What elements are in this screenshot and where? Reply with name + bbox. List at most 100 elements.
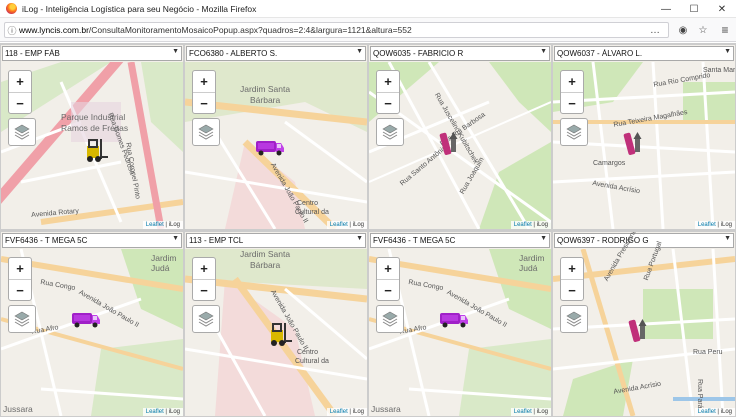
window-titlebar: iLog - Inteligência Logística para seu N… bbox=[0, 0, 736, 18]
zoom-in-button[interactable]: + bbox=[193, 258, 215, 280]
map-canvas[interactable]: Rua Congo Avenida João Paulo II Rua Afro Ja… bbox=[1, 248, 183, 416]
ilog-attribution: iLog bbox=[352, 409, 364, 415]
url-path: /ConsultaMonitoramentoMosaicoPopup.aspx?… bbox=[88, 25, 412, 35]
map-attribution: Leaflet | iLog bbox=[510, 221, 551, 229]
map-canvas[interactable]: Jardim Santa Bárbara Avenida João Paulo II… bbox=[185, 249, 367, 416]
zoom-out-button[interactable]: − bbox=[377, 93, 399, 115]
layers-icon[interactable] bbox=[8, 118, 36, 146]
map-canvas[interactable]: Rua Congo Avenida João Paulo II Rua Afro Ja… bbox=[369, 248, 551, 416]
map-attribution: Leaflet | iLog bbox=[694, 408, 735, 416]
map-street-label: Jardim bbox=[519, 253, 545, 263]
map-street-label: Jussara bbox=[3, 404, 33, 414]
leaflet-link[interactable]: Leaflet bbox=[146, 409, 164, 415]
layers-icon[interactable] bbox=[560, 305, 588, 333]
map-street-label: Judá bbox=[151, 263, 170, 273]
url-host: www.lyncis.com.br bbox=[19, 25, 89, 35]
map-street-label: Centro bbox=[297, 200, 319, 207]
zoom-control: + − bbox=[192, 257, 216, 301]
map-canvas[interactable]: Parque Industrial Ramos de Freitas Avenida… bbox=[1, 53, 183, 229]
zoom-in-button[interactable]: + bbox=[561, 71, 583, 93]
map-attribution: Leaflet | iLog bbox=[142, 221, 183, 229]
map-street-label: Bárbara bbox=[250, 260, 281, 270]
zoom-control: + − bbox=[560, 257, 584, 301]
zoom-out-button[interactable]: − bbox=[193, 280, 215, 302]
map-canvas[interactable]: Avenida Presidente VargasRua PeruAvenida… bbox=[553, 232, 735, 416]
menu-icon[interactable]: ≡ bbox=[718, 23, 732, 37]
truck-icon[interactable] bbox=[628, 317, 650, 347]
minimize-button[interactable]: — bbox=[652, 0, 680, 18]
leaflet-link[interactable]: Leaflet bbox=[330, 222, 348, 228]
zoom-out-button[interactable]: − bbox=[561, 93, 583, 115]
zoom-in-button[interactable]: + bbox=[9, 258, 31, 280]
layers-icon[interactable] bbox=[560, 118, 588, 146]
van-icon[interactable] bbox=[71, 309, 101, 331]
vehicle-select[interactable]: FVF6436 - T MEGA 5C bbox=[370, 233, 550, 248]
pocket-icon[interactable]: ◉ bbox=[676, 23, 690, 37]
map-attribution: Leaflet | iLog bbox=[694, 221, 735, 229]
zoom-control: + − bbox=[560, 70, 584, 114]
bookmark-star-icon[interactable]: ☆ bbox=[696, 23, 710, 37]
truck-icon[interactable] bbox=[623, 130, 645, 160]
vehicle-select[interactable]: 118 - EMP FÁB bbox=[2, 46, 182, 61]
map-panel: 113 - EMP TCL ▼ Jardim Santa Bárbara Avenida… bbox=[185, 232, 367, 416]
zoom-out-button[interactable]: − bbox=[377, 280, 399, 302]
map-canvas[interactable]: Jardim Santa Bárbara Avenida João Paulo II… bbox=[185, 62, 367, 229]
close-button[interactable]: ✕ bbox=[708, 0, 736, 18]
zoom-out-button[interactable]: − bbox=[193, 93, 215, 115]
leaflet-link[interactable]: Leaflet bbox=[698, 409, 716, 415]
map-attribution: Leaflet | iLog bbox=[326, 408, 367, 416]
zoom-in-button[interactable]: + bbox=[193, 71, 215, 93]
vehicle-select[interactable]: FVF6436 - T MEGA 5C bbox=[2, 233, 182, 248]
map-panel: 118 - EMP FÁB ▼ Parque Industrial Ramos de … bbox=[1, 45, 183, 229]
page-actions-icon[interactable]: … bbox=[648, 23, 662, 37]
leaflet-link[interactable]: Leaflet bbox=[514, 409, 532, 415]
zoom-control: + − bbox=[376, 70, 400, 114]
map-street-label: Cultural da bbox=[295, 209, 329, 216]
map-street-label: Camargos bbox=[593, 160, 626, 167]
site-info-icon[interactable]: ⓘ bbox=[5, 24, 19, 37]
map-attribution: Leaflet | iLog bbox=[510, 408, 551, 416]
map-canvas[interactable]: Rua Juscelino Kubitschek Rua Rui Barbosa R… bbox=[369, 61, 551, 229]
van-icon[interactable] bbox=[255, 137, 285, 159]
map-street-label: Jardim Santa bbox=[240, 249, 291, 259]
map-street-label: Cultural da bbox=[295, 358, 329, 365]
maximize-button[interactable]: ☐ bbox=[680, 0, 708, 18]
forklift-icon[interactable] bbox=[81, 137, 109, 167]
zoom-in-button[interactable]: + bbox=[377, 258, 399, 280]
zoom-out-button[interactable]: − bbox=[9, 280, 31, 302]
layers-icon[interactable] bbox=[192, 118, 220, 146]
map-street-label: Rua Peru bbox=[693, 349, 723, 356]
layers-icon[interactable] bbox=[8, 305, 36, 333]
van-icon[interactable] bbox=[439, 309, 469, 331]
zoom-out-button[interactable]: − bbox=[9, 93, 31, 115]
forklift-icon[interactable] bbox=[265, 321, 293, 351]
zoom-out-button[interactable]: − bbox=[561, 280, 583, 302]
map-panel: FVF6436 - T MEGA 5C ▼ Rua Congo Avenida Joã… bbox=[369, 232, 551, 416]
layers-icon[interactable] bbox=[192, 305, 220, 333]
ilog-attribution: iLog bbox=[168, 222, 180, 228]
leaflet-link[interactable]: Leaflet bbox=[330, 409, 348, 415]
layers-icon[interactable] bbox=[376, 118, 404, 146]
address-field[interactable]: ⓘ www.lyncis.com.br/ConsultaMonitorament… bbox=[4, 22, 669, 38]
leaflet-link[interactable]: Leaflet bbox=[514, 222, 532, 228]
leaflet-link[interactable]: Leaflet bbox=[698, 222, 716, 228]
vehicle-select[interactable]: QOW6035 - FABRICIO R bbox=[370, 46, 550, 61]
vehicle-select[interactable]: 113 - EMP TCL bbox=[186, 233, 366, 248]
url-text: www.lyncis.com.br/ConsultaMonitoramentoM… bbox=[19, 25, 412, 35]
map-attribution: Leaflet | iLog bbox=[142, 408, 183, 416]
vehicle-select[interactable]: QOW6037 - ÁLVARO L. bbox=[554, 46, 734, 61]
layers-icon[interactable] bbox=[376, 305, 404, 333]
zoom-control: + − bbox=[8, 70, 32, 114]
zoom-in-button[interactable]: + bbox=[377, 71, 399, 93]
map-street-label: Jussara bbox=[371, 404, 401, 414]
map-canvas[interactable]: Santa MariaRua Rio CompridoCamargosAveni… bbox=[553, 61, 735, 229]
ilog-attribution: iLog bbox=[720, 409, 732, 415]
vehicle-select[interactable]: FCO6380 - ALBERTO S. bbox=[186, 46, 366, 61]
zoom-in-button[interactable]: + bbox=[561, 258, 583, 280]
map-street-label: Centro bbox=[297, 349, 319, 356]
ilog-attribution: iLog bbox=[536, 222, 548, 228]
zoom-in-button[interactable]: + bbox=[9, 71, 31, 93]
vehicle-select[interactable]: QOW6397 - RODRIGO G bbox=[554, 233, 734, 248]
leaflet-link[interactable]: Leaflet bbox=[146, 222, 164, 228]
truck-icon[interactable] bbox=[439, 130, 461, 160]
